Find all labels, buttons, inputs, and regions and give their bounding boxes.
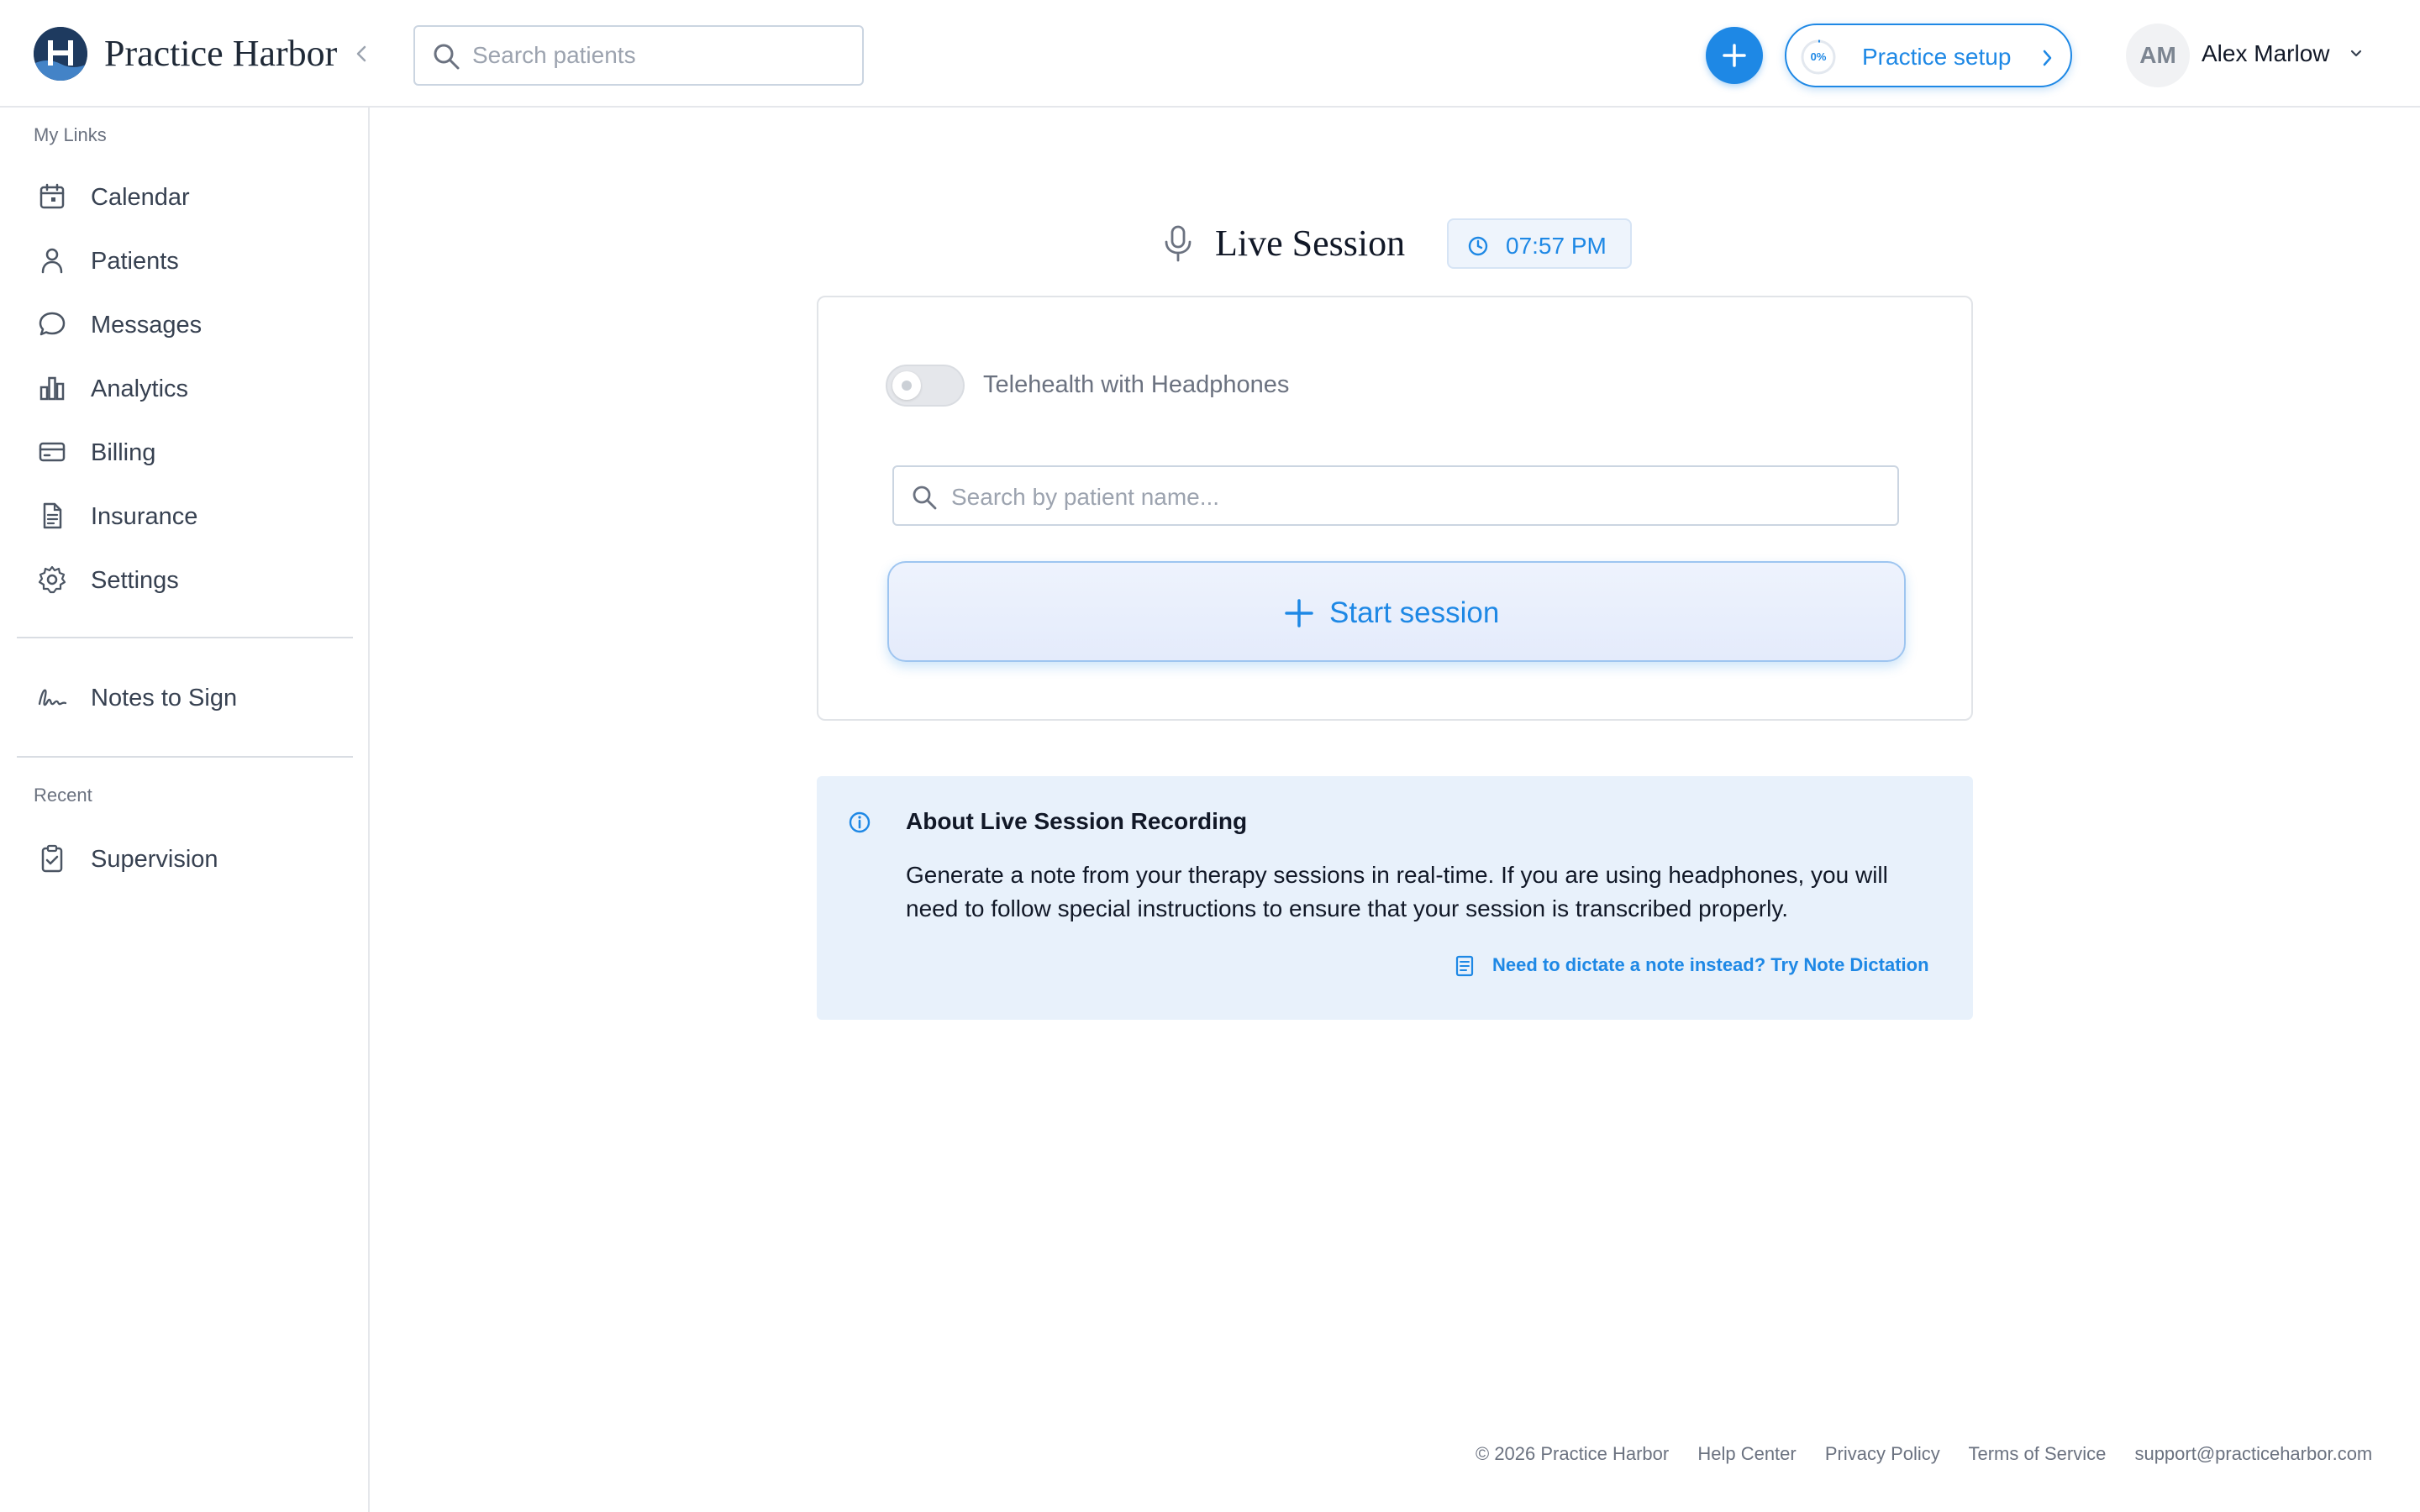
- bar-chart-icon: [37, 373, 67, 403]
- calendar-icon: [37, 181, 67, 212]
- clipboard-check-icon: [37, 843, 67, 874]
- microphone-icon: [1160, 223, 1197, 268]
- footer-copyright: © 2026 Practice Harbor: [1476, 1443, 1670, 1464]
- page-title: Live Session: [1215, 223, 1406, 264]
- user-avatar[interactable]: AM: [2126, 24, 2190, 87]
- footer-terms-link[interactable]: Terms of Service: [1969, 1443, 2107, 1464]
- practice-setup-button[interactable]: 0% Practice setup: [1785, 24, 2072, 87]
- quick-add-button[interactable]: [1706, 27, 1763, 84]
- footer-help-center-link[interactable]: Help Center: [1697, 1443, 1796, 1464]
- credit-card-icon: [37, 437, 67, 467]
- sidebar-item-label: Analytics: [91, 375, 189, 402]
- info-title: About Live Session Recording: [906, 808, 1248, 834]
- collapse-sidebar-icon[interactable]: [351, 39, 371, 69]
- sidebar-item-label: Patients: [91, 248, 179, 275]
- session-card: Telehealth with Headphones Start session: [817, 296, 1973, 721]
- patient-search-bar[interactable]: [413, 25, 864, 86]
- sidebar-item-billing[interactable]: Billing: [17, 425, 353, 479]
- patient-name-input[interactable]: [951, 480, 1876, 514]
- sidebar-item-patients[interactable]: Patients: [17, 234, 353, 287]
- sidebar-item-label: Billing: [91, 439, 156, 466]
- user-icon: [37, 245, 67, 276]
- sidebar-item-analytics[interactable]: Analytics: [17, 361, 353, 415]
- signature-icon: [37, 682, 67, 712]
- recent-heading: Recent: [34, 785, 92, 806]
- sidebar-item-settings[interactable]: Settings: [17, 553, 353, 606]
- chevron-down-icon[interactable]: [2348, 47, 2365, 65]
- info-icon: [847, 810, 872, 839]
- sidebar-item-insurance[interactable]: Insurance: [17, 489, 353, 543]
- info-panel: About Live Session Recording Generate a …: [817, 776, 1973, 1020]
- sidebar-item-notes-to-sign[interactable]: Notes to Sign: [17, 670, 353, 724]
- footer-privacy-policy-link[interactable]: Privacy Policy: [1825, 1443, 1940, 1464]
- gear-icon: [37, 564, 67, 595]
- search-icon: [432, 42, 460, 75]
- footer: © 2026 Practice Harbor Help Center Priva…: [1476, 1443, 2372, 1465]
- footer-support-email-link[interactable]: support@practiceharbor.com: [2134, 1443, 2372, 1464]
- sidebar-item-label: Supervision: [91, 846, 218, 873]
- session-time-badge: 07:57 PM: [1447, 218, 1632, 269]
- sidebar-divider: [17, 756, 353, 758]
- patient-name-search[interactable]: [892, 465, 1899, 526]
- sidebar-item-messages[interactable]: Messages: [17, 297, 353, 351]
- user-name[interactable]: Alex Marlow: [2202, 40, 2329, 67]
- note-dictation-link[interactable]: Need to dictate a note instead? Try Note…: [1492, 954, 1929, 976]
- plus-icon: [1284, 598, 1314, 633]
- start-session-label: Start session: [1329, 596, 1500, 629]
- search-patients-input[interactable]: [472, 39, 842, 72]
- telehealth-headphones-label[interactable]: Telehealth with Headphones: [983, 371, 1289, 399]
- clock-icon: [1467, 235, 1489, 261]
- sidebar: My Links Calendar Patients Messages Anal…: [0, 108, 370, 1512]
- chevron-right-icon: [2039, 47, 2055, 73]
- document-icon: [37, 501, 67, 531]
- info-body: Generate a note from your therapy sessio…: [906, 862, 1888, 921]
- sidebar-item-label: Insurance: [91, 503, 198, 530]
- sidebar-divider: [17, 637, 353, 638]
- sidebar-item-label: Notes to Sign: [91, 685, 238, 711]
- practice-harbor-logo[interactable]: [34, 27, 87, 81]
- toggle-knob: [892, 371, 921, 400]
- my-links-heading: My Links: [34, 124, 107, 145]
- brand-name[interactable]: Practice Harbor: [104, 32, 337, 75]
- sidebar-item-label: Calendar: [91, 184, 190, 211]
- practice-setup-label: Practice setup: [1862, 44, 2012, 70]
- note-document-icon[interactable]: [1454, 954, 1476, 982]
- chat-icon: [37, 309, 67, 339]
- session-time: 07:57 PM: [1506, 233, 1607, 259]
- telehealth-headphones-toggle[interactable]: [886, 365, 965, 407]
- sidebar-item-calendar[interactable]: Calendar: [17, 170, 353, 223]
- sidebar-item-supervision[interactable]: Supervision: [17, 832, 353, 885]
- top-header: Practice Harbor 0% Practice setup AM Ale…: [0, 0, 2420, 108]
- search-icon: [911, 484, 938, 515]
- setup-progress-percent: 0%: [1810, 50, 1827, 63]
- start-session-button[interactable]: Start session: [887, 561, 1906, 662]
- sidebar-item-label: Messages: [91, 312, 203, 339]
- sidebar-item-label: Settings: [91, 567, 179, 594]
